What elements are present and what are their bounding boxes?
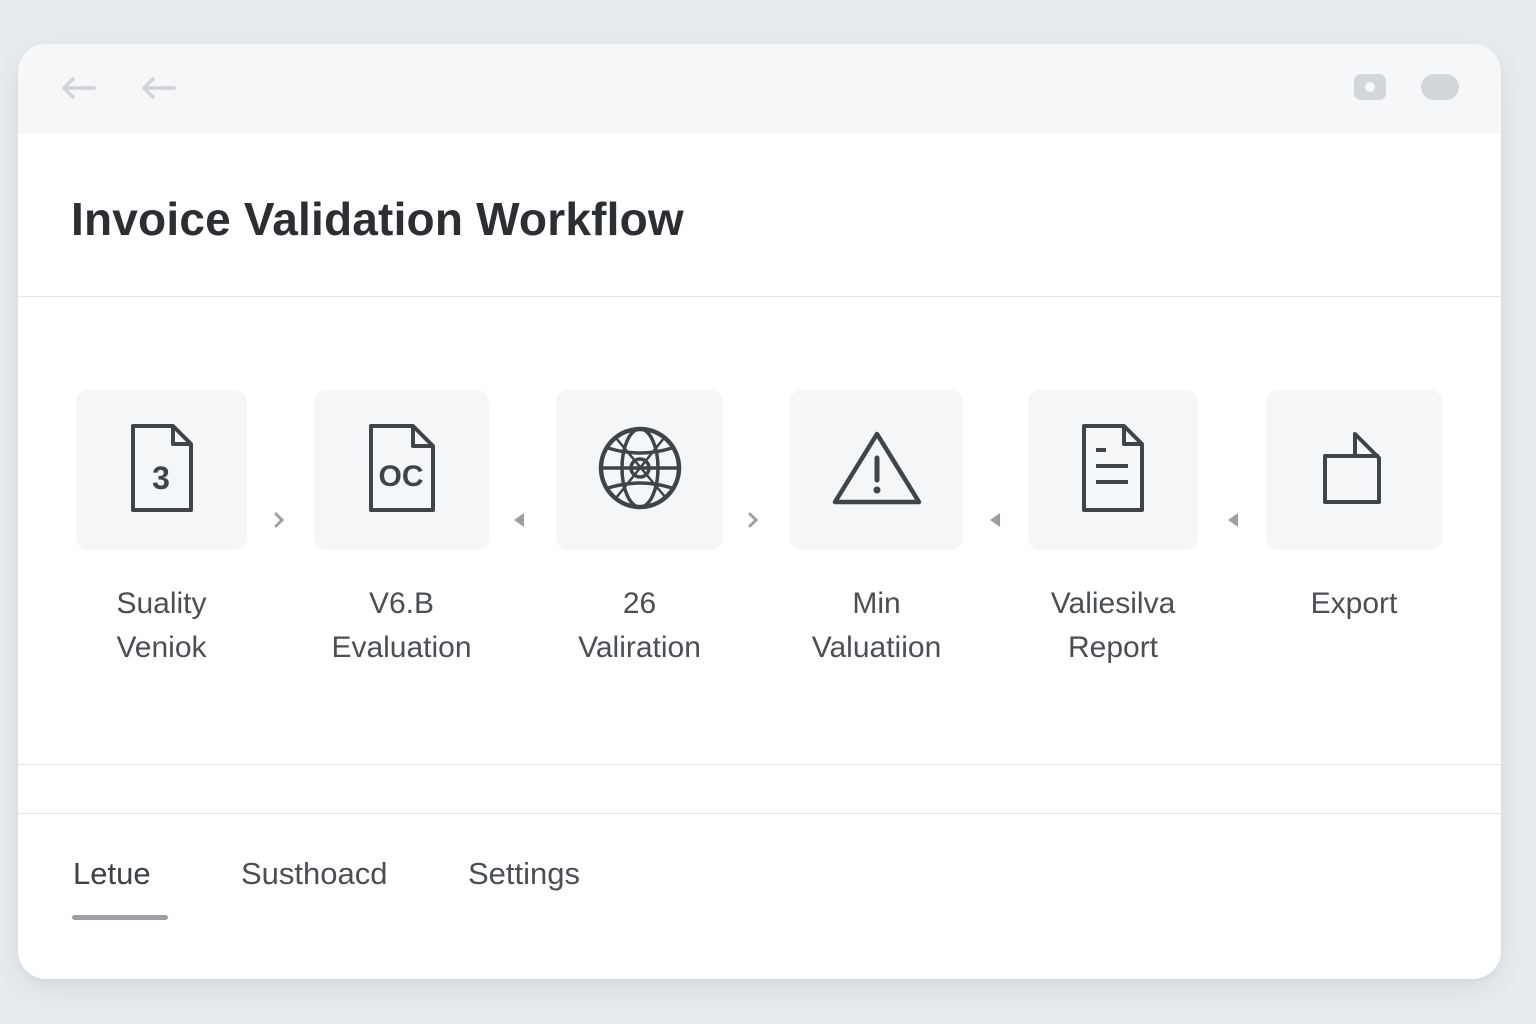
step-label: Valiesilva Report — [1050, 587, 1176, 664]
title-bar — [18, 44, 1501, 134]
step-separator-triangle-icon — [987, 512, 1003, 528]
workflow-step-min-valuation[interactable]: Min Valuatiion — [790, 390, 963, 670]
document-oc-icon: OC — [365, 422, 439, 519]
step-label: Export — [1310, 587, 1398, 620]
document-icon-text: OC — [378, 460, 423, 493]
warning-icon — [831, 428, 923, 513]
tab-letue[interactable]: Letue — [73, 856, 151, 892]
document-3-icon: 3 — [127, 422, 197, 519]
step-tile: OC — [314, 390, 489, 550]
step-label: Suality Veniok — [116, 587, 207, 664]
arrow-left-icon — [140, 76, 176, 105]
step-label: 26 Valiration — [578, 587, 701, 664]
active-tab-indicator — [72, 915, 168, 920]
step-label: V6.B Evaluation — [331, 587, 472, 664]
workflow-step-evaluation[interactable]: OC V6.B Evaluation — [314, 390, 489, 670]
step-separator-triangle-icon — [511, 512, 527, 528]
step-tile: 3 — [76, 390, 247, 550]
export-folder-icon — [1321, 428, 1387, 513]
step-tile — [1028, 390, 1198, 550]
tab-bar: Letue Susthoacd Settings — [18, 814, 1501, 979]
forward-button[interactable] — [138, 70, 178, 110]
step-separator-chevron-icon — [745, 512, 761, 528]
pill-icon — [1420, 73, 1460, 106]
tab-settings[interactable]: Settings — [468, 856, 580, 892]
workflow-step-export[interactable]: Export — [1266, 390, 1442, 626]
step-tile — [790, 390, 963, 550]
tab-susthoacd[interactable]: Susthoacd — [241, 856, 388, 892]
workflow-step-report[interactable]: Valiesilva Report — [1028, 390, 1198, 670]
workflow-step-validation[interactable]: 26 Valiration — [556, 390, 723, 670]
page-title: Invoice Validation Workflow — [71, 193, 684, 245]
window-control-button[interactable] — [1352, 73, 1388, 106]
step-tile — [556, 390, 723, 550]
document-icon-text: 3 — [152, 460, 170, 496]
report-document-icon — [1078, 422, 1148, 519]
divider-strip — [18, 766, 1501, 814]
rounded-rect-icon — [1353, 73, 1387, 106]
step-separator-chevron-icon — [271, 512, 287, 528]
step-tile — [1266, 390, 1442, 550]
page-header: Invoice Validation Workflow — [18, 134, 1501, 297]
globe-icon — [596, 424, 684, 517]
workflow-steps: 3 Suality Veniok OC V6.B Evaluation 26 V… — [18, 297, 1501, 765]
step-label: Min Valuatiion — [811, 587, 942, 664]
step-separator-triangle-icon — [1225, 512, 1241, 528]
back-button[interactable] — [58, 70, 98, 110]
window-control-button[interactable] — [1418, 73, 1462, 106]
arrow-left-icon — [60, 76, 96, 105]
workflow-step-quality[interactable]: 3 Suality Veniok — [76, 390, 247, 670]
app-window: Invoice Validation Workflow 3 Suality Ve… — [18, 44, 1501, 979]
